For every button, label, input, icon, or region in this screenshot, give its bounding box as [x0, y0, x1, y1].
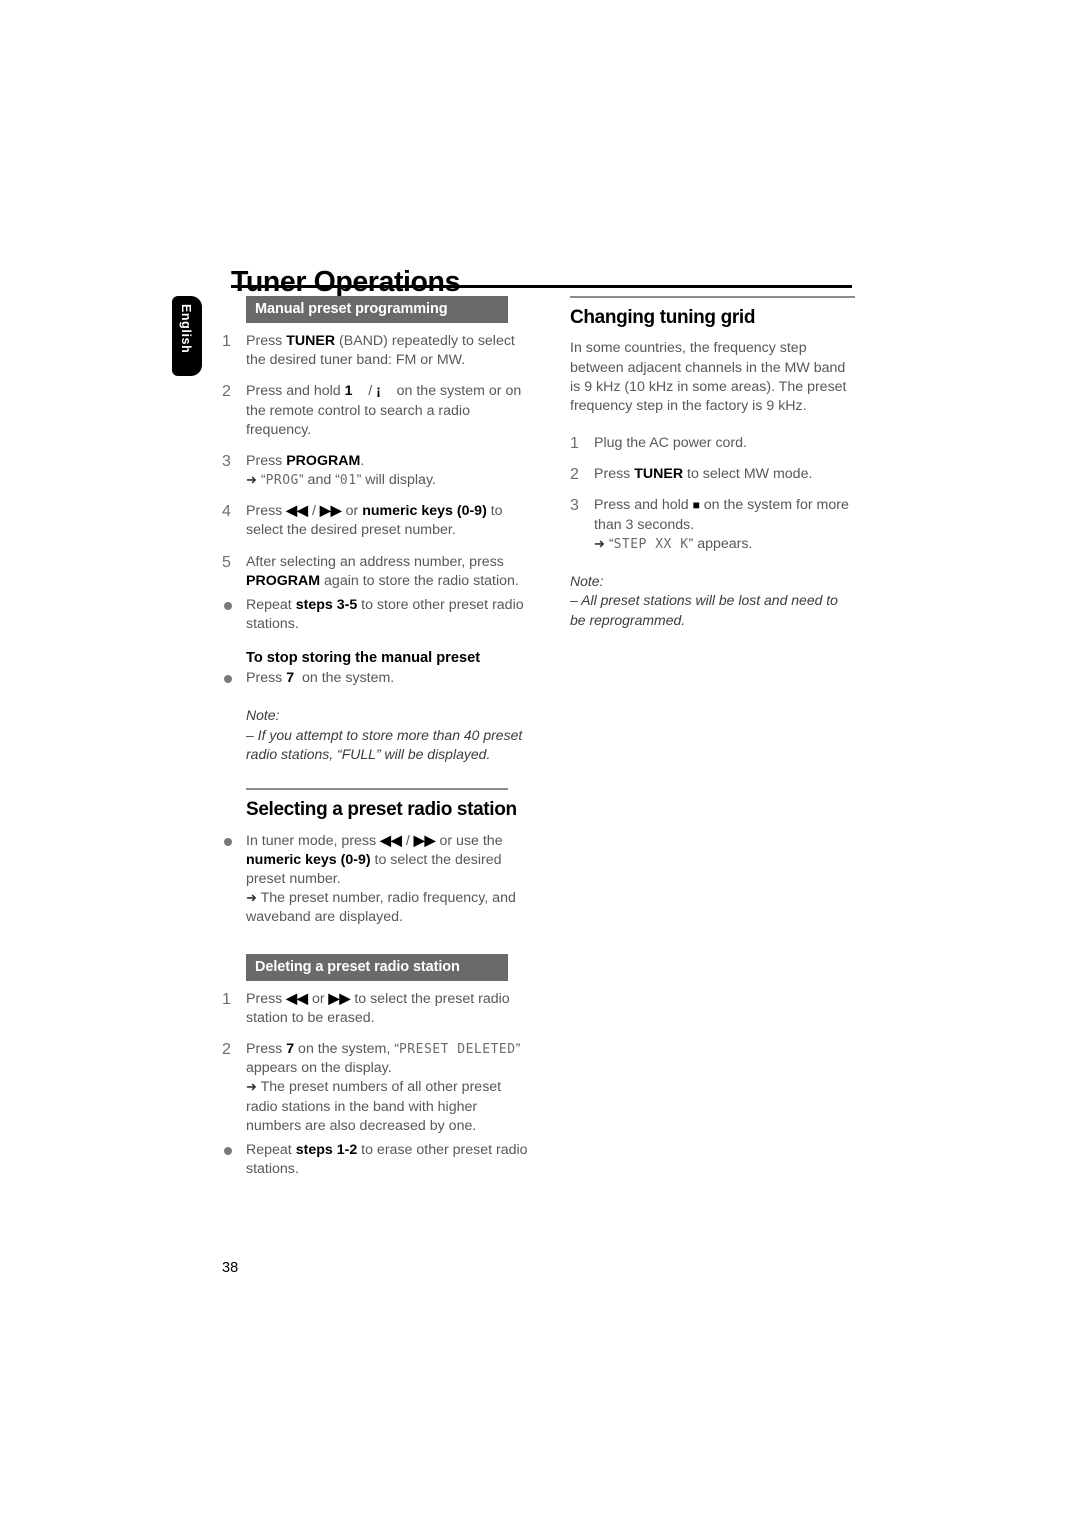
step-text: After selecting an address number, press… — [246, 553, 519, 589]
changing-grid-intro: In some countries, the frequency step be… — [570, 340, 847, 414]
step-text: Repeat steps 1-2 to erase other preset r… — [246, 1141, 528, 1178]
step-number: 2 — [222, 1040, 231, 1058]
step-text: Plug the AC power cord. — [594, 435, 747, 452]
step-number: 2 — [570, 466, 579, 484]
title-divider — [231, 285, 852, 288]
changing-grid-steps: 1 Plug the AC power cord. 2 Press TUNER … — [570, 434, 855, 554]
section-divider-changing-grid — [570, 296, 855, 298]
bullet-icon — [224, 837, 232, 846]
list-item: 1 Press ◀◀ or ▶▶ to select the preset ra… — [222, 990, 532, 1028]
language-tab-label: English — [179, 304, 193, 354]
step-number: 3 — [222, 452, 231, 470]
step-number: 1 — [222, 333, 231, 350]
list-item: 2 Press 7 on the system, “PRESET DELETED… — [222, 1040, 532, 1136]
step-text: Press TUNER (BAND) repeatedly to select … — [246, 333, 515, 369]
step-text: Press ◀◀ / ▶▶ or numeric keys (0-9) to s… — [246, 503, 503, 539]
note-label: Note: — [570, 572, 604, 589]
bullet-icon — [224, 601, 232, 610]
note-block-changing-grid: Note: – All preset stations will be lost… — [570, 572, 855, 630]
step-number: 5 — [222, 553, 231, 571]
step-number: 2 — [222, 383, 231, 401]
list-item: 1 Plug the AC power cord. — [570, 434, 855, 453]
step-number: 1 — [222, 990, 231, 1008]
section-heading-deleting-preset: Deleting a preset radio station — [246, 953, 508, 981]
section-divider-selecting-preset — [246, 788, 508, 790]
section-heading-manual-preset: Manual preset programming — [246, 296, 508, 323]
list-item: 2 Press and hold 1 / ¡ on the system or … — [222, 382, 532, 440]
note-body: – If you attempt to store more than 40 p… — [246, 726, 523, 763]
bullet-icon — [224, 675, 232, 684]
note-body: – All preset stations will be lost and n… — [570, 592, 838, 628]
page-number: 38 — [222, 1260, 239, 1276]
list-item: 3 Press and hold ■ on the system for mor… — [570, 496, 855, 554]
subheading-stop-storing: To stop storing the manual preset — [246, 650, 481, 667]
page-title: Tuner Operations — [231, 266, 461, 299]
deleting-preset-steps: 1 Press ◀◀ or ▶▶ to select the preset ra… — [222, 990, 532, 1180]
left-column: Manual preset programming 1 Press TUNER … — [222, 296, 532, 1191]
bullet-icon — [224, 1146, 232, 1155]
step-number: 4 — [222, 503, 231, 521]
step-text: Press and hold ■ on the system for more … — [594, 497, 849, 552]
right-column: Changing tuning grid In some countries, … — [570, 296, 855, 630]
note-block-manual-preset: Note: – If you attempt to store more tha… — [246, 706, 532, 764]
list-item: 4 Press ◀◀ / ▶▶ or numeric keys (0-9) to… — [222, 502, 532, 540]
step-text: Press TUNER to select MW mode. — [594, 466, 813, 483]
step-text: In tuner mode, press ◀◀ / ▶▶ or use the … — [246, 832, 516, 926]
step-text: Press 7 on the system. — [246, 670, 395, 687]
step-text: Press PROGRAM. ➜ “PROG” and “01” will dis… — [246, 452, 436, 489]
list-item: In tuner mode, press ◀◀ / ▶▶ or use the … — [222, 832, 532, 928]
list-item: 1 Press TUNER (BAND) repeatedly to selec… — [222, 332, 532, 370]
step-text: Press and hold 1 / ¡ on the system or on… — [246, 383, 522, 438]
list-item: 2 Press TUNER to select MW mode. — [570, 465, 855, 484]
note-label: Note: — [246, 707, 280, 724]
manual-page: Tuner Operations English Manual preset p… — [0, 0, 1080, 1528]
list-item: Repeat steps 1-2 to erase other preset r… — [222, 1141, 532, 1179]
step-text: Press ◀◀ or ▶▶ to select the preset radi… — [246, 990, 510, 1026]
step-text: Press 7 on the system, “PRESET DELETED” … — [246, 1040, 521, 1134]
language-tab: English — [172, 296, 202, 376]
step-text: Repeat steps 3-5 to store other preset r… — [246, 596, 524, 633]
section-heading-selecting-preset: Selecting a preset radio station — [246, 798, 517, 820]
section-heading-changing-grid: Changing tuning grid — [570, 306, 756, 328]
list-item: Press 7 on the system. — [222, 669, 532, 688]
list-item: 3 Press PROGRAM. ➜ “PROG” and “01” will d… — [222, 452, 532, 490]
list-item: Repeat steps 3-5 to store other preset r… — [222, 596, 532, 634]
list-item: 5 After selecting an address number, pre… — [222, 553, 532, 591]
manual-preset-steps: 1 Press TUNER (BAND) repeatedly to selec… — [222, 332, 532, 634]
step-number: 3 — [570, 497, 579, 515]
step-number: 1 — [570, 435, 579, 453]
